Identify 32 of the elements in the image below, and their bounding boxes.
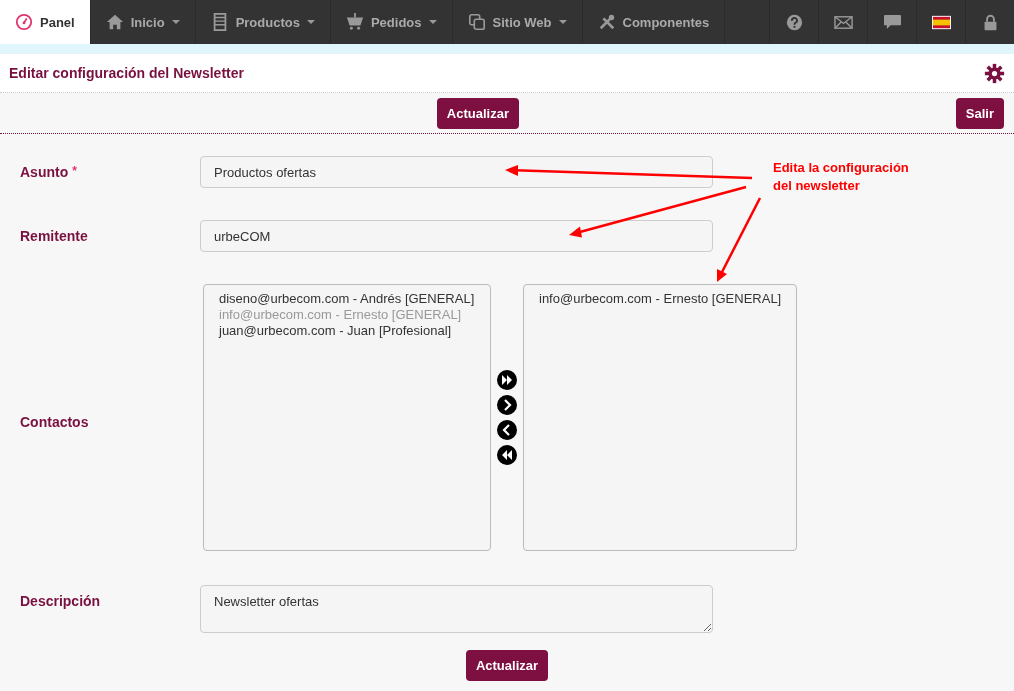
chat-icon[interactable] xyxy=(882,13,902,31)
copy-icon xyxy=(467,13,486,31)
help-icon[interactable] xyxy=(784,13,804,31)
caret-icon xyxy=(558,19,567,25)
field-label: Contactos xyxy=(20,413,89,430)
settings-icon[interactable] xyxy=(984,62,1005,84)
text-field[interactable]: urbeCOM xyxy=(200,220,713,252)
update-button[interactable]: Actualizar xyxy=(465,650,549,681)
caret-icon xyxy=(428,19,437,25)
house-icon xyxy=(105,13,124,31)
caret-icon xyxy=(171,19,180,25)
required-mark: * xyxy=(72,164,77,180)
field-label: Remitente xyxy=(20,228,88,244)
description-textarea[interactable]: Newsletter ofertas xyxy=(200,585,713,633)
text-field[interactable]: Productos ofertas xyxy=(200,156,713,188)
tools-icon xyxy=(597,13,616,31)
field-label: Descripción xyxy=(20,593,101,609)
mail-icon[interactable] xyxy=(833,13,853,31)
field-label: Asunto xyxy=(20,164,69,180)
basket-icon xyxy=(345,13,364,31)
nav-tab[interactable]: Panel xyxy=(0,0,91,44)
gauge-icon xyxy=(15,13,33,31)
contact-option[interactable]: diseno@urbecom.com - Andrés [GENERAL] xyxy=(219,291,475,307)
annotation-note: Edita la configuración del newsletter xyxy=(773,159,909,195)
exit-button[interactable]: Salir xyxy=(955,97,1004,129)
update-button[interactable]: Actualizar xyxy=(436,97,519,129)
contact-option[interactable]: juan@urbecom.com - Juan [Profesional] xyxy=(219,323,475,339)
contact-option[interactable]: info@urbecom.com - Ernesto [GENERAL] xyxy=(539,291,781,307)
selected-contacts-list[interactable]: info@urbecom.com - Ernesto [GENERAL] xyxy=(523,284,797,551)
page-title: Editar configuración del Newsletter xyxy=(9,65,244,81)
flag-icon[interactable] xyxy=(931,13,951,31)
caret-icon xyxy=(306,19,315,25)
